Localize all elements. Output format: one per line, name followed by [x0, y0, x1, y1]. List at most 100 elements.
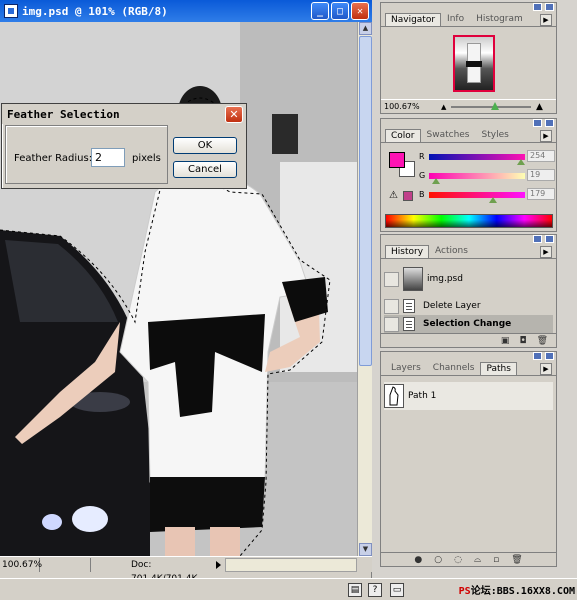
navigator-zoom[interactable]: 100.67%	[384, 102, 420, 111]
palette-menu-icon[interactable]: ▶	[540, 363, 552, 375]
history-snapshot[interactable]: img.psd	[384, 265, 553, 293]
palette-close-icon[interactable]	[545, 235, 554, 243]
vertical-scrollbar[interactable]: ▲ ▼	[357, 22, 372, 556]
palette-close-icon[interactable]	[545, 3, 554, 11]
history-footer: ▣ ◘ 🗑	[381, 333, 556, 347]
scroll-down-icon[interactable]: ▼	[359, 543, 372, 556]
tab-actions[interactable]: Actions	[429, 244, 474, 258]
tab-info[interactable]: Info	[441, 12, 470, 26]
new-snapshot-icon[interactable]: ◘	[519, 336, 526, 346]
color-palette: Color Swatches Styles ▶ R 254 G 19 ⚠ B 1…	[380, 118, 557, 232]
gamut-swatch[interactable]	[403, 191, 413, 201]
tab-styles[interactable]: Styles	[476, 128, 515, 142]
snapshot-label: img.psd	[427, 274, 463, 284]
history-item-selected[interactable]: Selection Change	[384, 315, 553, 333]
history-brush-source-icon[interactable]	[384, 316, 399, 332]
palette-minimize-icon[interactable]	[533, 119, 542, 127]
channel-value-b[interactable]: 179	[527, 188, 555, 200]
palette-menu-icon[interactable]: ▶	[540, 246, 552, 258]
tab-channels[interactable]: Channels	[427, 361, 481, 375]
feather-radius-unit: pixels	[132, 153, 161, 164]
tray-monitor-icon[interactable]: ▭	[390, 583, 404, 597]
taskbar: ▤ ? ▭ PS论坛:BBS.16XX8.COM	[0, 578, 577, 600]
history-item[interactable]: Delete Layer	[384, 297, 553, 315]
paths-footer: ● ○ ◌ ⌓ ▫ 🗑	[381, 552, 556, 566]
slider-b[interactable]	[429, 192, 525, 203]
slider-g[interactable]	[429, 173, 525, 184]
status-menu-arrow-icon[interactable]	[216, 560, 221, 569]
slider-r[interactable]	[429, 154, 525, 165]
dialog-title: Feather Selection	[2, 104, 246, 124]
navigator-footer: 100.67% ▲ ▲	[381, 99, 556, 113]
tab-color[interactable]: Color	[385, 129, 421, 142]
path-label: Path 1	[408, 391, 437, 401]
palette-minimize-icon[interactable]	[533, 352, 542, 360]
delete-path-icon[interactable]: 🗑	[511, 555, 522, 565]
channel-value-r[interactable]: 254	[527, 150, 555, 162]
dialog-close-button[interactable]: ✕	[225, 106, 243, 123]
tray-network-icon[interactable]: ▤	[348, 583, 362, 597]
palette-minimize-icon[interactable]	[533, 3, 542, 11]
minimize-button[interactable]: _	[311, 2, 329, 20]
channel-label-g: G	[419, 171, 426, 180]
status-zoom[interactable]: 100.67%	[0, 557, 42, 572]
snapshot-brush-icon[interactable]	[384, 271, 399, 287]
cancel-button[interactable]: Cancel	[173, 161, 237, 178]
color-spectrum-ramp[interactable]	[385, 214, 553, 228]
load-path-as-selection-icon[interactable]: ◌	[454, 555, 462, 565]
channel-label-r: R	[419, 152, 425, 161]
tab-swatches[interactable]: Swatches	[421, 128, 476, 142]
new-document-from-state-icon[interactable]: ▣	[501, 336, 510, 346]
paths-palette: Layers Channels Paths ▶ Path 1 ● ○ ◌ ⌓ ▫…	[380, 351, 557, 567]
scroll-up-icon[interactable]: ▲	[359, 22, 372, 35]
new-path-icon[interactable]: ▫	[493, 555, 499, 565]
navigator-thumbnail[interactable]	[453, 35, 495, 92]
zoom-out-icon[interactable]: ▲	[441, 103, 446, 111]
document-title-bar[interactable]: img.psd @ 101% (RGB/8) _ □ ✕	[0, 0, 372, 22]
zoom-in-icon[interactable]: ▲	[536, 102, 543, 112]
document-title: img.psd @ 101% (RGB/8)	[22, 4, 168, 18]
close-button[interactable]: ✕	[351, 2, 369, 20]
horizontal-scrollbar[interactable]	[225, 558, 357, 572]
navigator-palette: Navigator Info Histogram ▶ 100.67% ▲ ▲	[380, 2, 557, 114]
status-doc-size: Doc: 701.4K/701.4K	[90, 557, 210, 584]
tray-help-icon[interactable]: ?	[368, 583, 382, 597]
tab-paths[interactable]: Paths	[480, 362, 517, 375]
history-item-label: Delete Layer	[423, 301, 481, 311]
feather-radius-input[interactable]: 2	[91, 148, 125, 167]
photoshop-doc-icon	[4, 4, 18, 18]
palette-minimize-icon[interactable]	[533, 235, 542, 243]
stroke-path-icon[interactable]: ○	[434, 555, 442, 565]
tab-history[interactable]: History	[385, 245, 430, 258]
feather-radius-label: Feather Radius:	[14, 153, 93, 164]
history-state-icon	[403, 317, 415, 331]
palette-menu-icon[interactable]: ▶	[540, 130, 552, 142]
tab-layers[interactable]: Layers	[385, 361, 427, 375]
channel-label-b: B	[419, 190, 425, 199]
dialog-group-box: Feather Radius: 2 pixels	[5, 125, 168, 184]
navigator-zoom-slider[interactable]	[451, 102, 531, 110]
ok-button[interactable]: OK	[173, 137, 237, 154]
palette-close-icon[interactable]	[545, 119, 554, 127]
feather-selection-dialog: Feather Selection ✕ Feather Radius: 2 pi…	[1, 103, 247, 189]
watermark: PS论坛:BBS.16XX8.COM	[458, 586, 575, 597]
tab-histogram[interactable]: Histogram	[470, 12, 529, 26]
history-item-label: Selection Change	[423, 319, 512, 329]
delete-state-icon[interactable]: 🗑	[537, 336, 548, 346]
palette-close-icon[interactable]	[545, 352, 554, 360]
out-of-gamut-warning-icon[interactable]: ⚠	[389, 190, 398, 201]
history-palette: History Actions ▶ img.psd Delete Layer S…	[380, 234, 557, 348]
path-row[interactable]: Path 1	[384, 382, 553, 410]
path-thumbnail	[384, 384, 404, 408]
maximize-button[interactable]: □	[331, 2, 349, 20]
history-state-icon	[403, 299, 415, 313]
palette-menu-icon[interactable]: ▶	[540, 14, 552, 26]
channel-value-g[interactable]: 19	[527, 169, 555, 181]
vertical-scroll-thumb[interactable]	[359, 36, 372, 366]
document-window: img.psd @ 101% (RGB/8) _ □ ✕ ▲ ▼ 100.67%…	[0, 0, 372, 584]
foreground-color-swatch[interactable]	[389, 152, 405, 168]
tab-navigator[interactable]: Navigator	[385, 13, 442, 26]
make-work-path-icon[interactable]: ⌓	[474, 555, 481, 565]
snapshot-thumbnail	[403, 267, 423, 291]
fill-path-icon[interactable]: ●	[414, 555, 422, 565]
